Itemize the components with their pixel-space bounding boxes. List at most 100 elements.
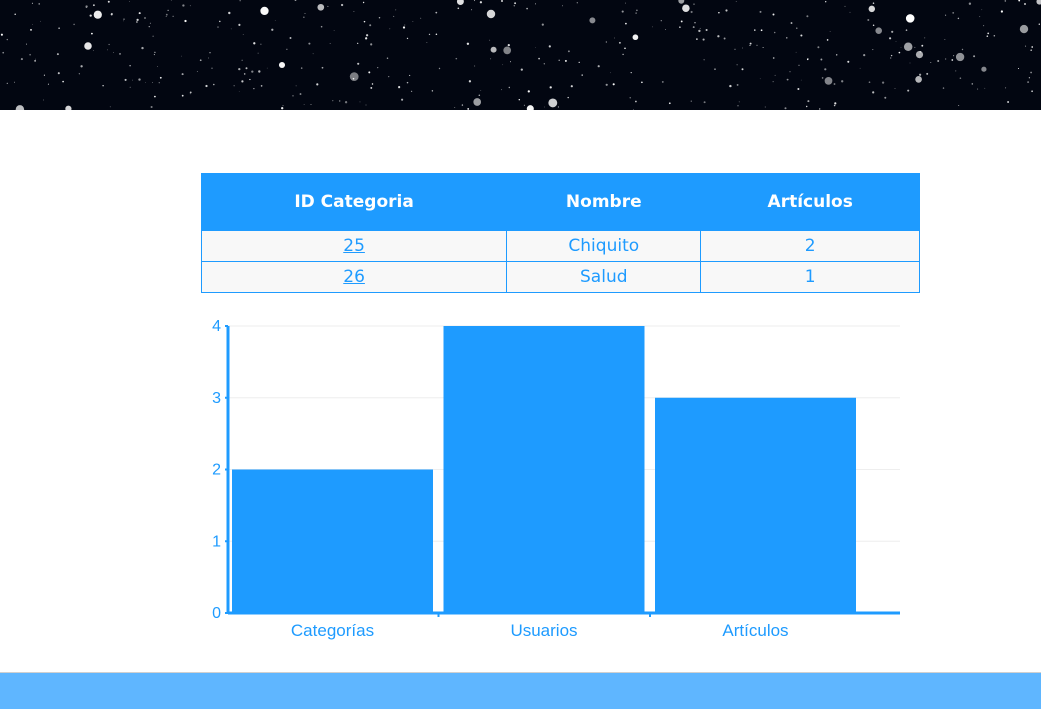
star <box>508 44 510 46</box>
star <box>407 38 408 39</box>
star <box>58 27 60 29</box>
star <box>303 17 304 18</box>
star <box>624 48 626 50</box>
star <box>154 96 156 98</box>
star <box>363 2 364 3</box>
star <box>834 105 836 107</box>
star <box>635 101 637 103</box>
star <box>915 76 922 83</box>
star <box>896 41 897 42</box>
star <box>40 21 41 22</box>
star <box>606 41 607 42</box>
star <box>714 68 715 69</box>
star <box>526 8 528 10</box>
star <box>65 106 71 110</box>
star <box>365 37 367 39</box>
star <box>35 59 36 60</box>
star <box>181 56 182 57</box>
starfield-banner <box>0 0 1041 110</box>
star <box>279 62 285 68</box>
star <box>79 73 80 74</box>
star <box>930 62 931 63</box>
star <box>910 63 911 64</box>
star <box>119 53 121 55</box>
star <box>704 59 705 60</box>
star <box>1005 0 1007 2</box>
star <box>435 12 437 14</box>
star <box>90 14 92 16</box>
category-id-link[interactable]: 25 <box>343 236 365 256</box>
star <box>773 81 774 82</box>
star <box>906 14 915 23</box>
star <box>550 86 552 88</box>
star <box>568 50 570 52</box>
star <box>57 53 59 55</box>
star <box>502 64 503 65</box>
star <box>243 34 244 35</box>
star <box>873 24 875 26</box>
star <box>129 1 130 2</box>
star <box>937 60 939 62</box>
star <box>244 73 246 75</box>
cell-articles: 2 <box>701 231 920 262</box>
star <box>773 14 775 16</box>
star <box>353 11 354 12</box>
star <box>606 84 608 86</box>
star <box>1039 24 1040 25</box>
column-header-articles: Artículos <box>701 174 920 231</box>
star <box>796 52 797 53</box>
star <box>372 83 373 84</box>
star <box>800 34 802 36</box>
star <box>130 87 131 88</box>
star <box>807 59 809 61</box>
star <box>113 52 114 53</box>
star <box>669 102 671 104</box>
star <box>190 91 192 93</box>
star <box>873 2 875 4</box>
star <box>341 4 343 6</box>
star <box>293 95 294 96</box>
star <box>734 49 735 50</box>
star <box>565 60 567 62</box>
star <box>521 68 523 70</box>
star <box>145 82 146 83</box>
categories-table: ID Categoria Nombre Artículos 25 Chiquit… <box>201 173 920 293</box>
star <box>487 10 495 18</box>
star <box>571 85 573 87</box>
star <box>524 105 525 106</box>
bar <box>444 326 645 613</box>
star <box>579 62 580 63</box>
star <box>369 24 371 26</box>
star <box>825 77 833 85</box>
star <box>891 31 893 33</box>
star <box>882 81 884 83</box>
star <box>1031 90 1033 92</box>
star <box>231 29 232 30</box>
star <box>538 58 540 60</box>
star <box>239 91 240 92</box>
star <box>166 16 167 17</box>
x-tick-label: Categorías <box>291 621 374 640</box>
star <box>2 52 4 54</box>
star <box>205 85 207 87</box>
star <box>153 36 154 37</box>
star <box>370 87 372 89</box>
category-id-link[interactable]: 26 <box>343 267 365 287</box>
star <box>258 70 260 72</box>
star <box>787 79 789 81</box>
star <box>926 73 928 75</box>
star <box>144 17 145 18</box>
star <box>281 107 283 109</box>
star <box>389 28 390 29</box>
star <box>253 88 254 89</box>
star <box>469 80 471 82</box>
table-row: 26 Salud 1 <box>202 262 920 293</box>
star <box>633 109 634 110</box>
star <box>364 21 366 23</box>
star <box>157 66 158 67</box>
star <box>633 34 639 40</box>
star <box>960 77 962 79</box>
star <box>217 27 218 28</box>
star <box>737 64 738 65</box>
star <box>736 1 737 2</box>
